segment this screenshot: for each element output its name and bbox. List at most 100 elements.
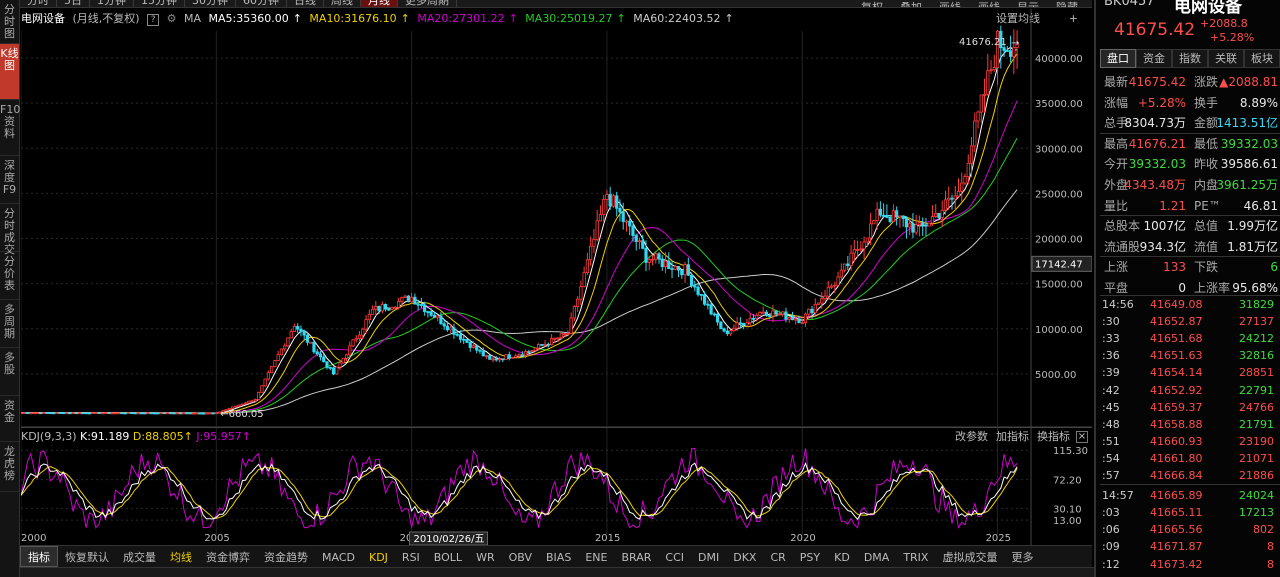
candle-body xyxy=(400,297,404,302)
quote-tab[interactable]: 关联 xyxy=(1208,49,1244,68)
indicator-tab[interactable]: BIAS xyxy=(539,547,578,567)
toolbar-menu-item[interactable]: 画线 xyxy=(939,2,961,7)
tick-volume: 21886 xyxy=(1239,469,1274,482)
indicator-tab[interactable]: BOLL xyxy=(427,547,469,567)
indicator-tab[interactable]: TRIX xyxy=(896,547,935,567)
quote-value: 4343.48万 xyxy=(1124,178,1186,192)
indicator-tab[interactable]: KDJ xyxy=(362,547,395,567)
indicator-tab[interactable]: 恢复默认 xyxy=(58,547,116,567)
indicator-tab[interactable]: DKX xyxy=(726,547,763,567)
candle-body xyxy=(439,315,443,325)
tick-time: :57 xyxy=(1102,469,1120,482)
quote-tab[interactable]: 指数 xyxy=(1172,49,1208,68)
kdj-k-value: K:91.189 xyxy=(80,430,130,443)
indicator-tab[interactable]: WR xyxy=(469,547,502,567)
period-tab[interactable]: 15分钟 xyxy=(134,0,185,7)
sidebar-tab[interactable]: 多股 xyxy=(0,348,19,396)
sidebar-tab[interactable]: 分价表 xyxy=(0,252,19,300)
candle-body xyxy=(270,366,274,374)
kdj-y-tick-label: 13.00 xyxy=(1053,516,1082,527)
sidebar-tab[interactable]: 分时图 xyxy=(0,0,19,44)
indicator-tab[interactable]: OBV xyxy=(502,547,539,567)
indicator-tab[interactable]: RSI xyxy=(395,547,427,567)
candle-body xyxy=(719,321,723,330)
candle-body xyxy=(152,412,157,415)
tick-row: :42 41652.92 22791 xyxy=(1100,382,1280,399)
indicator-tab[interactable]: CCI xyxy=(658,547,691,567)
quote-tabs: 盘口 资金 指数 关联 板块 xyxy=(1100,49,1280,68)
indicator-tab[interactable]: DMI xyxy=(691,547,726,567)
indicator-tab[interactable]: 虚拟成交量 xyxy=(935,547,1004,567)
candle-body xyxy=(367,313,371,321)
indicator-tab[interactable]: DMA xyxy=(857,547,897,567)
indicator-tab[interactable]: MACD xyxy=(315,547,362,567)
period-tab[interactable]: 1分钟 xyxy=(90,0,134,7)
toolbar-menu-item[interactable]: 复权 xyxy=(861,2,883,7)
candle-body xyxy=(364,319,368,330)
toolbar-menu-item[interactable]: 显示 xyxy=(1017,2,1039,7)
quote-value: 8.89% xyxy=(1239,95,1278,110)
kdj-action-button[interactable]: 改参数 xyxy=(955,430,988,443)
toolbar-menu-item[interactable]: 隐藏 xyxy=(1056,2,1078,7)
candle-body xyxy=(937,212,941,219)
candle-body xyxy=(481,350,485,357)
kdj-y-tick-label: 30.10 xyxy=(1053,504,1082,515)
candle-body xyxy=(618,207,622,213)
tick-time: 14:56 xyxy=(1102,298,1134,311)
indicator-tab[interactable]: 指标 xyxy=(20,546,58,567)
sidebar-tab[interactable]: 分时成交 xyxy=(0,204,19,256)
indicator-tab[interactable]: 资金趋势 xyxy=(257,547,315,567)
quote-tab[interactable]: 资金 xyxy=(1136,49,1172,68)
toolbar-menu-item[interactable]: 叠加 xyxy=(900,2,922,7)
candle-body xyxy=(829,285,834,288)
period-tab[interactable]: 更多周期 xyxy=(398,0,457,7)
period-tab[interactable]: 日线 xyxy=(287,0,324,7)
candle-body xyxy=(211,412,215,415)
kdj-action-button[interactable]: 加指标 xyxy=(996,430,1029,443)
indicator-tab[interactable]: ENE xyxy=(578,547,614,567)
candle-body xyxy=(244,402,248,405)
period-tab[interactable]: 分时 xyxy=(20,0,57,7)
candle-body xyxy=(107,412,111,414)
tick-time: :03 xyxy=(1102,506,1120,520)
period-tab[interactable]: 5日 xyxy=(57,0,90,7)
indicator-tab[interactable]: CR xyxy=(763,547,792,567)
indicator-tab[interactable]: 成交量 xyxy=(116,547,163,567)
period-tab[interactable]: 30分钟 xyxy=(185,0,236,7)
candle-body xyxy=(185,412,189,415)
kdj-action-button[interactable]: 换指标 xyxy=(1037,430,1070,443)
candle-body xyxy=(484,355,489,358)
kline-chart[interactable]: 40000.00 35000.00 30000.00 25000.00 20000.00… xyxy=(21,9,1092,545)
tick-volume: 32816 xyxy=(1239,349,1274,363)
arrow-right-icon: → xyxy=(1011,38,1019,49)
sidebar-tab[interactable]: 多周期 xyxy=(0,300,19,348)
indicator-tab[interactable]: PSY xyxy=(793,547,827,567)
toolbar-menu-item[interactable]: 画线 xyxy=(978,2,1000,7)
candle-body xyxy=(602,199,606,215)
sidebar-tab[interactable]: 龙虎榜 xyxy=(0,442,19,492)
period-tab[interactable]: 周线 xyxy=(324,0,361,7)
sidebar-tab[interactable]: 深度F9 xyxy=(0,156,19,204)
candle-body xyxy=(992,67,996,71)
quote-tab[interactable]: 盘口 xyxy=(1100,49,1136,68)
indicator-tab[interactable]: BRAR xyxy=(614,547,658,567)
indicator-tab[interactable]: 更多 xyxy=(1004,547,1040,567)
period-tab[interactable]: 月线 xyxy=(361,0,398,7)
tick-price: 41665.11 xyxy=(1150,506,1203,520)
sidebar-tab[interactable]: K线图 xyxy=(0,44,19,100)
tick-row: :51 41660.93 23190 xyxy=(1100,433,1280,450)
indicator-tab[interactable]: 资金博弈 xyxy=(199,547,257,567)
candle-body xyxy=(699,294,703,296)
indicator-tab[interactable]: 均线 xyxy=(163,547,199,567)
quote-tab[interactable]: 板块 xyxy=(1244,49,1280,68)
quote-label: 最高 xyxy=(1104,136,1129,151)
period-tab[interactable]: 60分钟 xyxy=(236,0,287,7)
candle-body xyxy=(91,412,95,414)
sidebar-tab[interactable]: F10资料 xyxy=(0,100,20,156)
indicator-tab[interactable]: KD xyxy=(827,547,857,567)
last-price: 41675.42 xyxy=(1114,20,1196,40)
close-icon[interactable]: × xyxy=(1076,431,1088,443)
chart-area[interactable]: 电网设备 (月线,不复权) ? ⚙ MA MA5:35360.00 ↑ MA10:… xyxy=(21,9,1092,545)
candle-body xyxy=(605,194,609,200)
sidebar-tab[interactable]: 资金 xyxy=(0,396,19,442)
